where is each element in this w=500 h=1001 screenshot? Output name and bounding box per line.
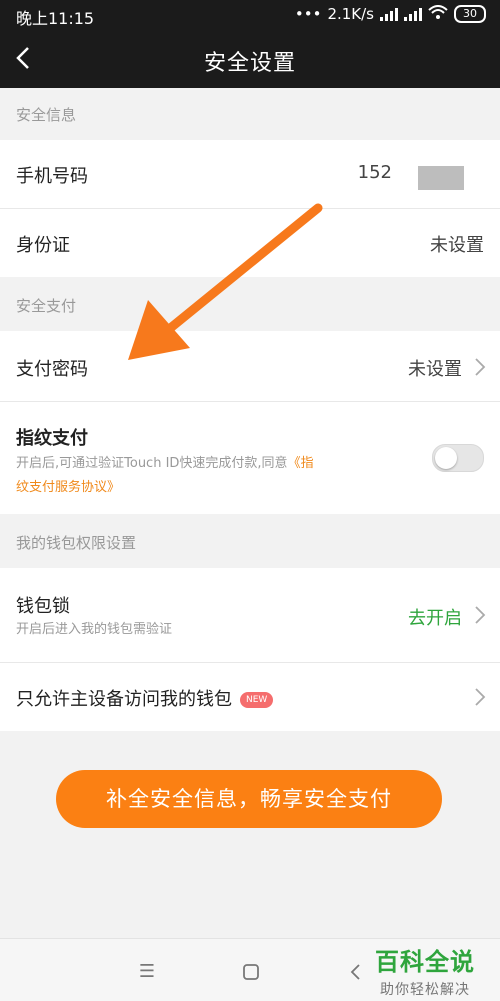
home-icon[interactable] xyxy=(236,957,266,987)
complete-security-button[interactable]: 补全安全信息，畅享安全支付 xyxy=(56,770,442,828)
agreement-link[interactable]: 《指 xyxy=(288,456,314,471)
row-label: 只允许主设备访问我的钱包 xyxy=(16,689,232,710)
menu-icon[interactable]: ☰ xyxy=(132,957,162,987)
row-id-card[interactable]: 身份证 未设置 xyxy=(0,209,500,277)
network-speed: 2.1K/s xyxy=(327,5,374,23)
row-label: 手机号码 xyxy=(16,166,88,187)
paypwd-value: 未设置 xyxy=(408,359,462,380)
signal-icon-2 xyxy=(404,7,422,21)
status-bar: 晚上11:15 ••• 2.1K/s 30 xyxy=(0,0,500,30)
chevron-right-icon xyxy=(475,358,486,376)
page-title: 安全设置 xyxy=(203,51,296,76)
toggle-knob xyxy=(435,447,457,469)
section-secure-pay: 安全支付 xyxy=(0,277,500,331)
dots-icon: ••• xyxy=(294,5,322,23)
watermark-title: 百科全说 xyxy=(375,948,475,976)
section-title: 我的钱包权限设置 xyxy=(16,534,137,552)
row-label: 身份证 xyxy=(16,235,70,256)
status-icons: ••• 2.1K/s 30 xyxy=(295,5,486,23)
walletlock-desc: 开启后进入我的钱包需验证 xyxy=(16,622,173,637)
agreement-link-cont[interactable]: 纹支付服务协议》 xyxy=(16,480,120,495)
row-label: 支付密码 xyxy=(16,359,88,380)
row-fingerprint-pay: 指纹支付 开启后,可通过验证Touch ID快速完成付款,同意《指 纹支付服务协… xyxy=(0,402,500,514)
watermark-subtitle: 助你轻松解决 xyxy=(380,982,470,998)
battery-icon: 30 xyxy=(454,5,486,23)
watermark-logo: 百科全说 助你轻松解决 xyxy=(366,942,484,999)
row-pay-password[interactable]: 支付密码 未设置 xyxy=(0,331,500,401)
row-phone[interactable]: 手机号码 152 xyxy=(0,140,500,208)
id-value: 未设置 xyxy=(430,235,484,256)
status-time: 晚上11:15 xyxy=(16,9,95,28)
signal-icon xyxy=(380,7,398,21)
masked-text xyxy=(418,166,464,190)
row-label: 钱包锁 xyxy=(16,596,70,617)
chevron-right-icon xyxy=(475,606,486,624)
section-security-info: 安全信息 xyxy=(0,88,500,140)
new-badge: NEW xyxy=(240,692,274,708)
row-wallet-lock[interactable]: 钱包锁 开启后进入我的钱包需验证 去开启 xyxy=(0,568,500,662)
fingerprint-desc: 开启后,可通过验证Touch ID快速完成付款,同意《指 纹支付服务协议》 xyxy=(16,452,366,500)
chevron-right-icon xyxy=(475,688,486,706)
fingerprint-toggle[interactable] xyxy=(432,444,484,472)
phone-value: 152 xyxy=(357,162,392,183)
title-bar: 安全设置 xyxy=(0,30,500,88)
desc-text: 开启后,可通过验证Touch ID快速完成付款,同意 xyxy=(16,456,288,471)
row-label-wrap: 只允许主设备访问我的钱包 NEW xyxy=(16,685,274,711)
row-label: 指纹支付 xyxy=(16,428,88,449)
section-title: 安全支付 xyxy=(16,297,77,315)
section-wallet-permissions: 我的钱包权限设置 xyxy=(0,514,500,568)
row-main-device-only[interactable]: 只允许主设备访问我的钱包 NEW xyxy=(0,663,500,731)
wifi-icon xyxy=(428,5,448,23)
section-title: 安全信息 xyxy=(16,106,77,124)
walletlock-enable[interactable]: 去开启 xyxy=(408,604,462,630)
